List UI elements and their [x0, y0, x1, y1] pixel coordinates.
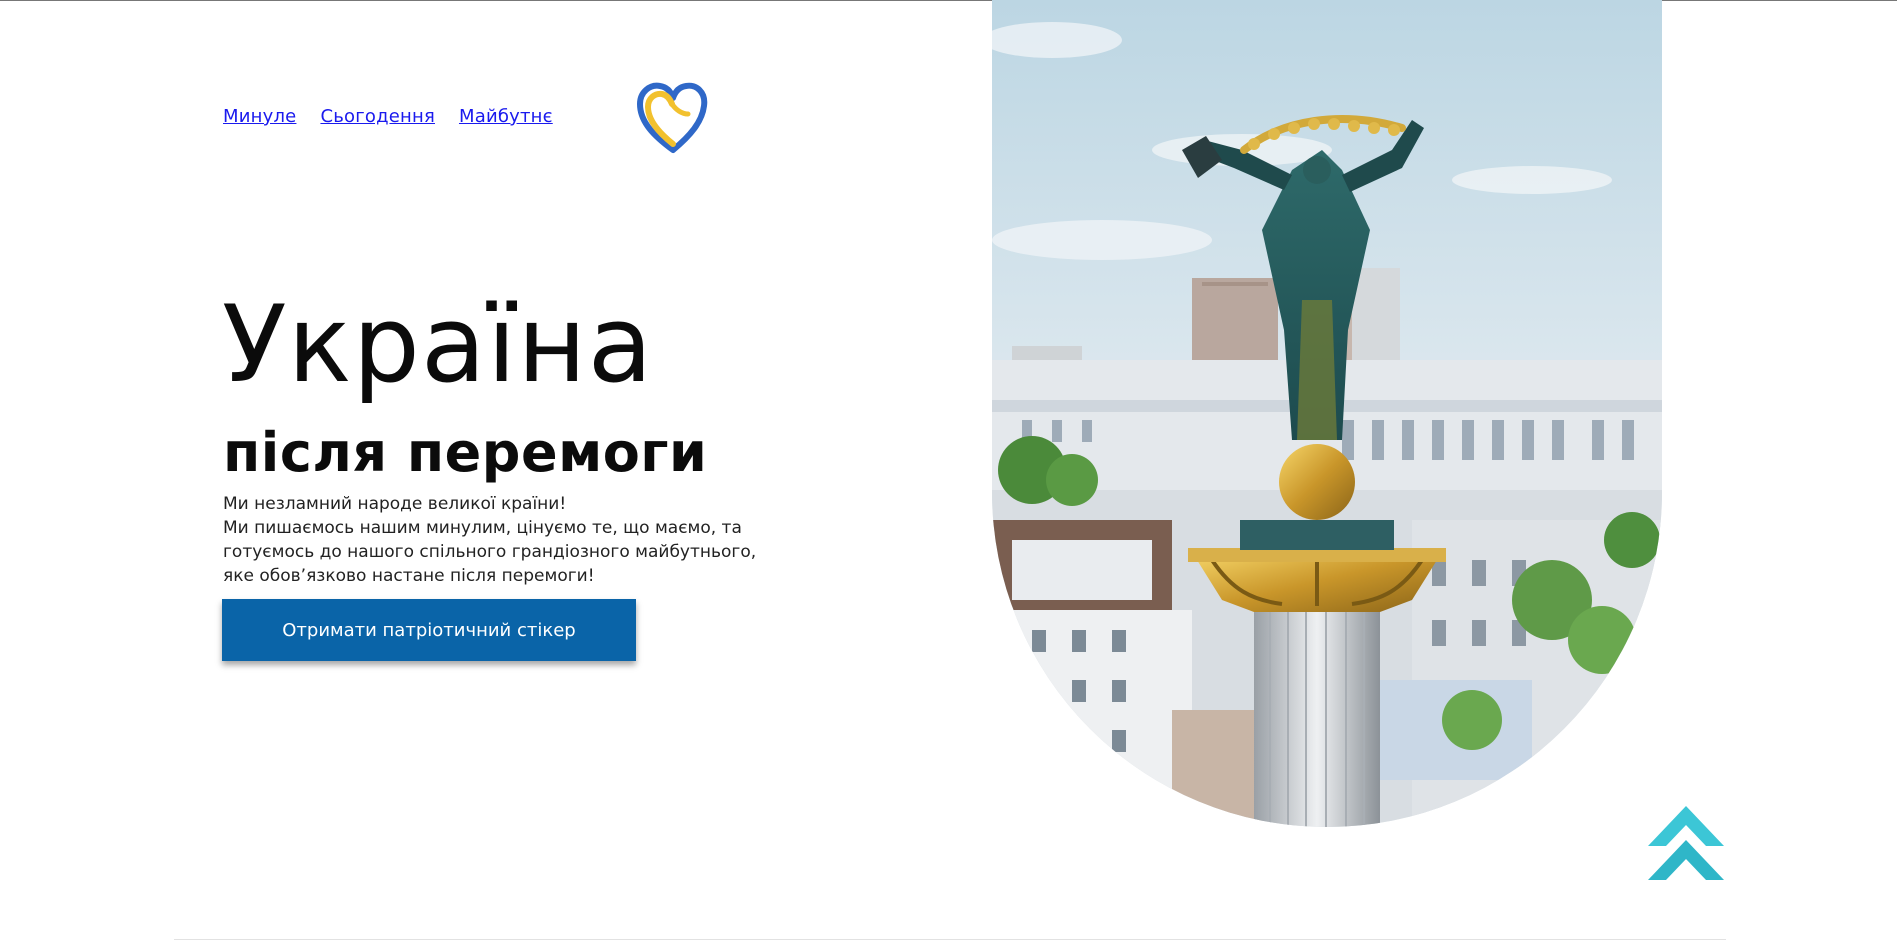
independence-monument-photo: [992, 0, 1662, 827]
hero-text-line: Ми незламний народе великої країни!: [223, 494, 567, 514]
hero-description: Ми незламний народе великої країни! Ми п…: [223, 492, 783, 588]
hero-title: Україна: [222, 283, 654, 406]
nav-link-future[interactable]: Майбутнє: [459, 106, 553, 127]
hero-text-line: Ми пишаємось нашим минулим, цінуємо те, …: [223, 518, 757, 586]
nav-link-past[interactable]: Минуле: [223, 106, 296, 127]
heart-logo-icon[interactable]: [636, 80, 710, 156]
get-sticker-button[interactable]: Отримати патріотичний стікер: [222, 599, 636, 661]
chevrons-up-icon[interactable]: [1646, 804, 1726, 882]
hero-subtitle: після перемоги: [223, 421, 708, 484]
main-nav: Минуле Сьогодення Майбутнє: [223, 106, 553, 127]
footer-divider: [174, 939, 1726, 940]
nav-link-present[interactable]: Сьогодення: [320, 106, 435, 127]
